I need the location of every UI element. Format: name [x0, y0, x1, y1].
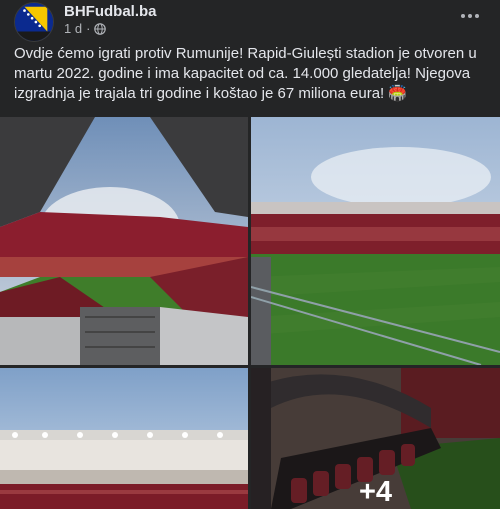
- post-timestamp[interactable]: 1 d: [64, 21, 82, 36]
- post-meta: 1 d ·: [64, 21, 107, 36]
- stadium-photo-4[interactable]: +4: [251, 368, 500, 509]
- page-avatar[interactable]: [14, 2, 54, 42]
- stadium-photo-1[interactable]: [0, 117, 248, 365]
- more-photos-count[interactable]: +4: [359, 476, 392, 509]
- meta-separator: ·: [86, 21, 91, 36]
- bosnia-flag-logo: [15, 3, 53, 41]
- page-name-link[interactable]: BHFudbal.ba: [64, 3, 157, 20]
- globe-icon: [94, 22, 107, 35]
- more-options-icon[interactable]: [458, 6, 482, 26]
- post-header: BHFudbal.ba 1 d ·: [0, 0, 500, 42]
- stadium-photo-2[interactable]: [251, 117, 500, 365]
- facebook-post: BHFudbal.ba 1 d · Ovdje ćemo igrati prot…: [0, 0, 500, 509]
- post-text: Ovdje ćemo igrati protiv Rumunije! Rapid…: [14, 45, 477, 102]
- photo-grid: +4: [0, 117, 500, 509]
- stadium-photo-3[interactable]: [0, 368, 248, 509]
